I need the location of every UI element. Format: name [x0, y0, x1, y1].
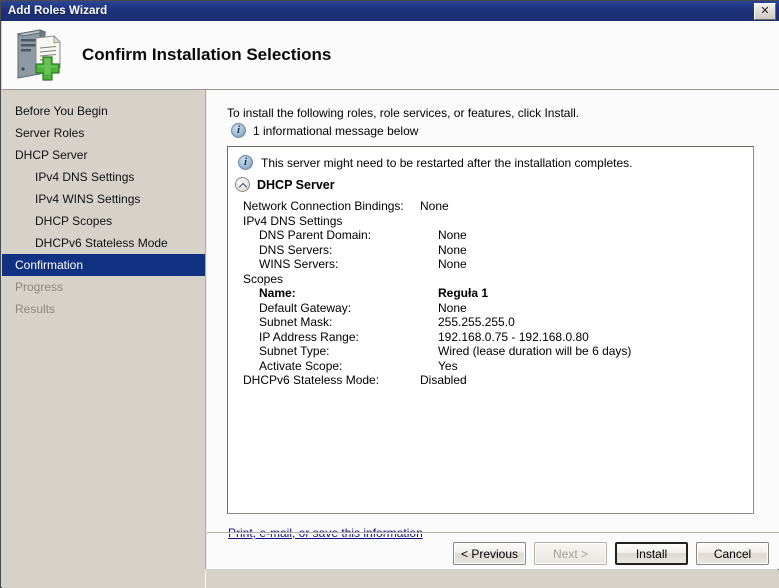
summary-row: Network Connection Bindings: None: [228, 199, 753, 214]
summary-row-key: IP Address Range:: [259, 329, 359, 344]
sidebar-item-dhcp-server[interactable]: DHCP Server: [2, 144, 205, 166]
summary-row-key: Activate Scope:: [259, 358, 343, 373]
summary-row: Subnet Type: Wired (lease duration will b…: [228, 344, 753, 359]
wizard-steps-sidebar: Before You Begin Server Roles DHCP Serve…: [2, 90, 205, 569]
sidebar-item-ipv4-wins-settings[interactable]: IPv4 WINS Settings: [2, 188, 205, 210]
summary-row: IPv4 DNS Settings: [228, 214, 753, 229]
cancel-button[interactable]: Cancel: [696, 542, 769, 565]
summary-row: Default Gateway: None: [228, 301, 753, 316]
title-bar: Add Roles Wizard ✕: [1, 1, 779, 21]
summary-row-key: DHCPv6 Stateless Mode:: [243, 373, 380, 387]
summary-row-key: WINS Servers:: [259, 257, 339, 271]
add-roles-wizard-window: Add Roles Wizard ✕ Confirm Installation …: [0, 0, 779, 588]
summary-row-value: Reguła 1: [438, 286, 489, 300]
status-bar: [2, 570, 779, 588]
summary-row: Subnet Mask: 255.255.255.0: [228, 315, 753, 330]
install-button[interactable]: Install: [615, 542, 688, 565]
sidebar-item-results: Results: [15, 302, 56, 316]
summary-row-key: IPv4 DNS Settings: [243, 213, 343, 228]
summary-row: Activate Scope: Yes: [228, 359, 753, 374]
sidebar-item-ipv4-dns-settings[interactable]: IPv4 DNS Settings: [2, 166, 205, 188]
server-add-icon: [12, 28, 68, 82]
window-title: Add Roles Wizard: [8, 5, 108, 17]
intro-text: To install the following roles, role ser…: [227, 106, 580, 120]
sidebar-item-before-you-begin[interactable]: Before You Begin: [2, 100, 205, 122]
summary-row: IP Address Range: 192.168.0.75 - 192.168.…: [228, 330, 753, 345]
restart-warning: i This server might need to be restarted…: [238, 155, 633, 170]
restart-warning-text: This server might need to be restarted a…: [261, 155, 633, 170]
summary-row: Scopes: [228, 272, 753, 287]
summary-row-key: DNS Servers:: [259, 242, 333, 257]
chevron-up-icon[interactable]: [235, 177, 250, 192]
summary-row-key: Network Connection Bindings:: [243, 199, 404, 213]
next-button: Next >: [534, 542, 607, 565]
summary-row-value: Wired (lease duration will be 6 days): [438, 344, 632, 358]
role-section-header[interactable]: DHCP Server: [235, 177, 335, 192]
summary-row-value: None: [438, 242, 467, 257]
status-bar-separator: [205, 570, 206, 588]
summary-row: DNS Parent Domain: None: [228, 228, 753, 243]
informational-message-count: 1 informational message below: [253, 123, 419, 138]
informational-message-summary: i 1 informational message below: [231, 123, 418, 138]
info-icon: i: [231, 123, 246, 138]
summary-row: DHCPv6 Stateless Mode: Disabled: [228, 373, 753, 388]
summary-row-value: None: [438, 257, 467, 271]
sidebar-item-dhcp-scopes[interactable]: DHCP Scopes: [2, 210, 205, 232]
summary-row-value: 192.168.0.75 - 192.168.0.80: [438, 329, 589, 344]
summary-rows: Network Connection Bindings: None IPv4 DNS…: [228, 199, 753, 388]
previous-button[interactable]: < Previous: [453, 542, 526, 565]
summary-row: Name: Reguła 1: [228, 286, 753, 301]
sidebar-item-confirmation[interactable]: Confirmation: [2, 254, 205, 276]
sidebar-item-progress: Progress: [15, 280, 64, 294]
summary-row: WINS Servers: None: [228, 257, 753, 272]
summary-row-key: Subnet Type:: [259, 344, 330, 358]
role-name: DHCP Server: [257, 177, 335, 192]
summary-row-value: Yes: [438, 358, 458, 373]
footer-divider-light: [207, 533, 779, 534]
summary-row-value: None: [438, 228, 467, 242]
summary-row-key: Scopes: [243, 271, 284, 286]
sidebar-item-dhcpv6-stateless-mode[interactable]: DHCPv6 Stateless Mode: [2, 232, 205, 254]
summary-row-value: 255.255.255.0: [438, 315, 515, 329]
summary-row-value: None: [420, 199, 449, 213]
summary-row-key: Subnet Mask:: [259, 315, 333, 329]
summary-row-value: None: [438, 300, 467, 315]
summary-panel[interactable]: i This server might need to be restarted…: [227, 146, 754, 514]
info-icon: i: [238, 155, 253, 170]
page-title: Confirm Installation Selections: [82, 45, 332, 64]
close-icon[interactable]: ✕: [754, 2, 776, 20]
sidebar-item-server-roles[interactable]: Server Roles: [2, 122, 205, 144]
header-banner: Confirm Installation Selections: [2, 21, 779, 90]
summary-row-key: Name:: [259, 286, 296, 300]
summary-row-key: DNS Parent Domain:: [259, 228, 372, 242]
summary-row-value: Disabled: [420, 373, 467, 387]
wizard-button-bar: < Previous Next > Install Cancel: [207, 542, 769, 565]
summary-row-key: Default Gateway:: [259, 300, 352, 315]
main-content-pane: To install the following roles, role ser…: [207, 90, 779, 569]
summary-row: DNS Servers: None: [228, 243, 753, 258]
